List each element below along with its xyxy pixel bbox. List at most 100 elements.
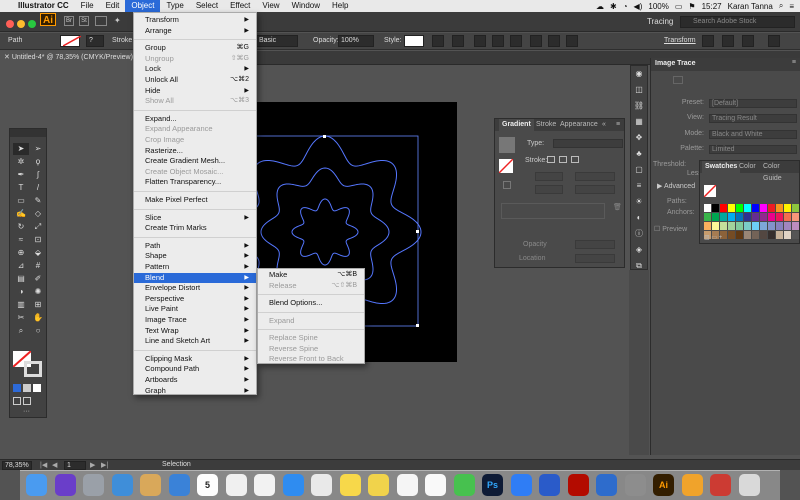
live-paint-bucket-icon[interactable]: ⬙ bbox=[30, 247, 46, 259]
notes-icon[interactable] bbox=[368, 474, 389, 496]
trash-icon[interactable] bbox=[738, 474, 760, 496]
swatch-cell[interactable] bbox=[704, 222, 711, 230]
artboard-number-input[interactable]: 1 bbox=[64, 461, 86, 470]
stroke-across-icon[interactable] bbox=[571, 156, 579, 163]
swatch-cell[interactable] bbox=[736, 222, 743, 230]
menu-item-image-trace[interactable]: Image Trace ▶ bbox=[134, 315, 256, 325]
swatch-folder-icon[interactable]: ▭ bbox=[711, 235, 717, 241]
transparency-icon[interactable]: ◐ bbox=[631, 210, 647, 226]
stroke-color-swatch[interactable]: ? bbox=[86, 35, 104, 47]
curvature-tool-icon[interactable]: ∫ bbox=[30, 169, 46, 181]
stock-icon[interactable]: St bbox=[79, 16, 89, 26]
none-mode-icon[interactable] bbox=[33, 384, 41, 392]
rectangle-tool-icon[interactable]: ▭ bbox=[13, 195, 29, 207]
sourcetree-icon[interactable] bbox=[596, 474, 617, 496]
swatch-cell[interactable] bbox=[704, 213, 711, 221]
advanced-toggle[interactable]: ▶ Advanced bbox=[657, 182, 695, 190]
fill-swatch[interactable] bbox=[60, 35, 82, 47]
menu-item-hide[interactable]: Hide ▶ bbox=[134, 86, 256, 96]
menu-item-create-trim-marks[interactable]: Create Trim Marks bbox=[134, 223, 256, 233]
menu-edit[interactable]: Edit bbox=[100, 0, 126, 12]
appstore-icon[interactable] bbox=[510, 474, 532, 496]
swatch-cell[interactable] bbox=[744, 213, 751, 221]
view-dropdown[interactable]: Tracing Result bbox=[709, 114, 797, 123]
align-middle-icon[interactable] bbox=[548, 35, 560, 47]
menu-item-path[interactable]: Path ▶ bbox=[134, 241, 256, 251]
gradient-aspect-dropdown[interactable] bbox=[575, 185, 615, 194]
swatch-cell[interactable] bbox=[720, 213, 727, 221]
gradient-location-input[interactable] bbox=[575, 254, 615, 263]
gradient-mode-icon[interactable] bbox=[23, 384, 31, 392]
anchor-handle-right[interactable] bbox=[416, 230, 419, 233]
swatch-cell[interactable] bbox=[744, 222, 751, 230]
wifi-icon[interactable]: ◔ bbox=[623, 2, 628, 11]
selection-tool-icon[interactable]: ➤ bbox=[13, 143, 29, 155]
stroke-color-box[interactable] bbox=[24, 361, 42, 377]
swatch-cell[interactable] bbox=[752, 204, 759, 212]
stroke-label[interactable]: Stroke bbox=[112, 37, 132, 44]
menu-item-compound-path[interactable]: Compound Path ▶ bbox=[134, 364, 256, 374]
line-tool-icon[interactable]: / bbox=[30, 182, 46, 194]
menu-app-name[interactable]: Illustrator CC bbox=[12, 0, 75, 12]
swatches-icon[interactable]: ▦ bbox=[631, 114, 647, 130]
menu-item-make-pixel-perfect[interactable]: Make Pixel Perfect bbox=[134, 195, 256, 205]
menu-item-graph[interactable]: Graph ▶ bbox=[134, 386, 256, 396]
notification-icon[interactable]: ≡ bbox=[789, 2, 794, 11]
magic-wand-tool-icon[interactable]: ✲ bbox=[13, 156, 29, 168]
align-to-icon[interactable] bbox=[452, 35, 464, 47]
gradient-opacity-input[interactable] bbox=[575, 240, 615, 249]
swatch-cell[interactable] bbox=[792, 204, 799, 212]
anchor-handle-top[interactable] bbox=[323, 135, 326, 138]
menu-item-perspective[interactable]: Perspective ▶ bbox=[134, 294, 256, 304]
menu-item-shape[interactable]: Shape ▶ bbox=[134, 251, 256, 261]
swatch-cell[interactable] bbox=[712, 213, 719, 221]
perspective-grid-tool-icon[interactable]: ⊿ bbox=[13, 260, 29, 272]
type-tool-icon[interactable]: T bbox=[13, 182, 29, 194]
swatch-library-icon[interactable]: ▥ bbox=[704, 235, 710, 241]
swatch-cell[interactable] bbox=[776, 213, 783, 221]
menu-item-make[interactable]: Make ⌥⌘B bbox=[258, 270, 364, 280]
swatch-cell[interactable] bbox=[736, 213, 743, 221]
align-top-icon[interactable] bbox=[530, 35, 542, 47]
gradient-slider[interactable] bbox=[501, 203, 605, 219]
delete-stop-icon[interactable]: 🗑 bbox=[613, 203, 622, 211]
bluetooth-icon[interactable]: ✱ bbox=[610, 2, 617, 11]
menu-item-flatten-transparency[interactable]: Flatten Transparency... bbox=[134, 177, 256, 187]
textedit-icon[interactable] bbox=[225, 474, 247, 496]
swatch-cell[interactable] bbox=[768, 222, 775, 230]
system-prefs-icon[interactable] bbox=[624, 474, 646, 496]
mode-dropdown[interactable]: Black and White bbox=[709, 130, 797, 139]
panel-collapse-icon[interactable]: « bbox=[599, 119, 609, 131]
align-right-icon[interactable] bbox=[510, 35, 522, 47]
menu-item-text-wrap[interactable]: Text Wrap ▶ bbox=[134, 326, 256, 336]
swatch-cell[interactable] bbox=[720, 204, 727, 212]
tab-color-guide[interactable]: Color Guide bbox=[760, 161, 799, 182]
swatch-cell[interactable] bbox=[760, 222, 767, 230]
swatch-cell[interactable] bbox=[720, 222, 727, 230]
graph-tool-icon[interactable]: ▥ bbox=[13, 299, 29, 311]
hand-tool-icon[interactable]: ✋ bbox=[30, 312, 46, 324]
arrange-icon[interactable] bbox=[742, 35, 754, 47]
swatch-cell[interactable] bbox=[768, 204, 775, 212]
preset-dropdown[interactable]: [Default] bbox=[709, 99, 797, 108]
align-bottom-icon[interactable] bbox=[566, 35, 578, 47]
swatch-cell[interactable] bbox=[712, 204, 719, 212]
finder2-icon[interactable] bbox=[168, 474, 190, 496]
search-adobe-stock-input[interactable]: Search Adobe Stock bbox=[680, 16, 795, 28]
swatch-cell[interactable] bbox=[760, 213, 767, 221]
spotlight-icon[interactable]: ⌕ bbox=[779, 1, 783, 11]
menu-item-transform[interactable]: Transform ▶ bbox=[134, 15, 256, 25]
creative-cloud-icon[interactable]: ☁ bbox=[596, 2, 604, 11]
rotate-tool-icon[interactable]: ↻ bbox=[13, 221, 29, 233]
menu-item-live-paint[interactable]: Live Paint ▶ bbox=[134, 304, 256, 314]
menu-view[interactable]: View bbox=[256, 0, 285, 12]
swatch-cell[interactable] bbox=[792, 222, 799, 230]
swatch-cell[interactable] bbox=[784, 204, 791, 212]
auto-color-icon[interactable] bbox=[673, 76, 683, 84]
sketch-icon[interactable] bbox=[681, 474, 703, 496]
prev-artboard-icon[interactable]: ◀ bbox=[52, 461, 57, 469]
current-tool-label[interactable]: Selection bbox=[162, 461, 191, 468]
gradient-aspect-input[interactable] bbox=[535, 185, 563, 194]
lasso-tool-icon[interactable]: ϙ bbox=[30, 156, 46, 168]
info-icon[interactable]: ⓘ bbox=[631, 226, 647, 242]
